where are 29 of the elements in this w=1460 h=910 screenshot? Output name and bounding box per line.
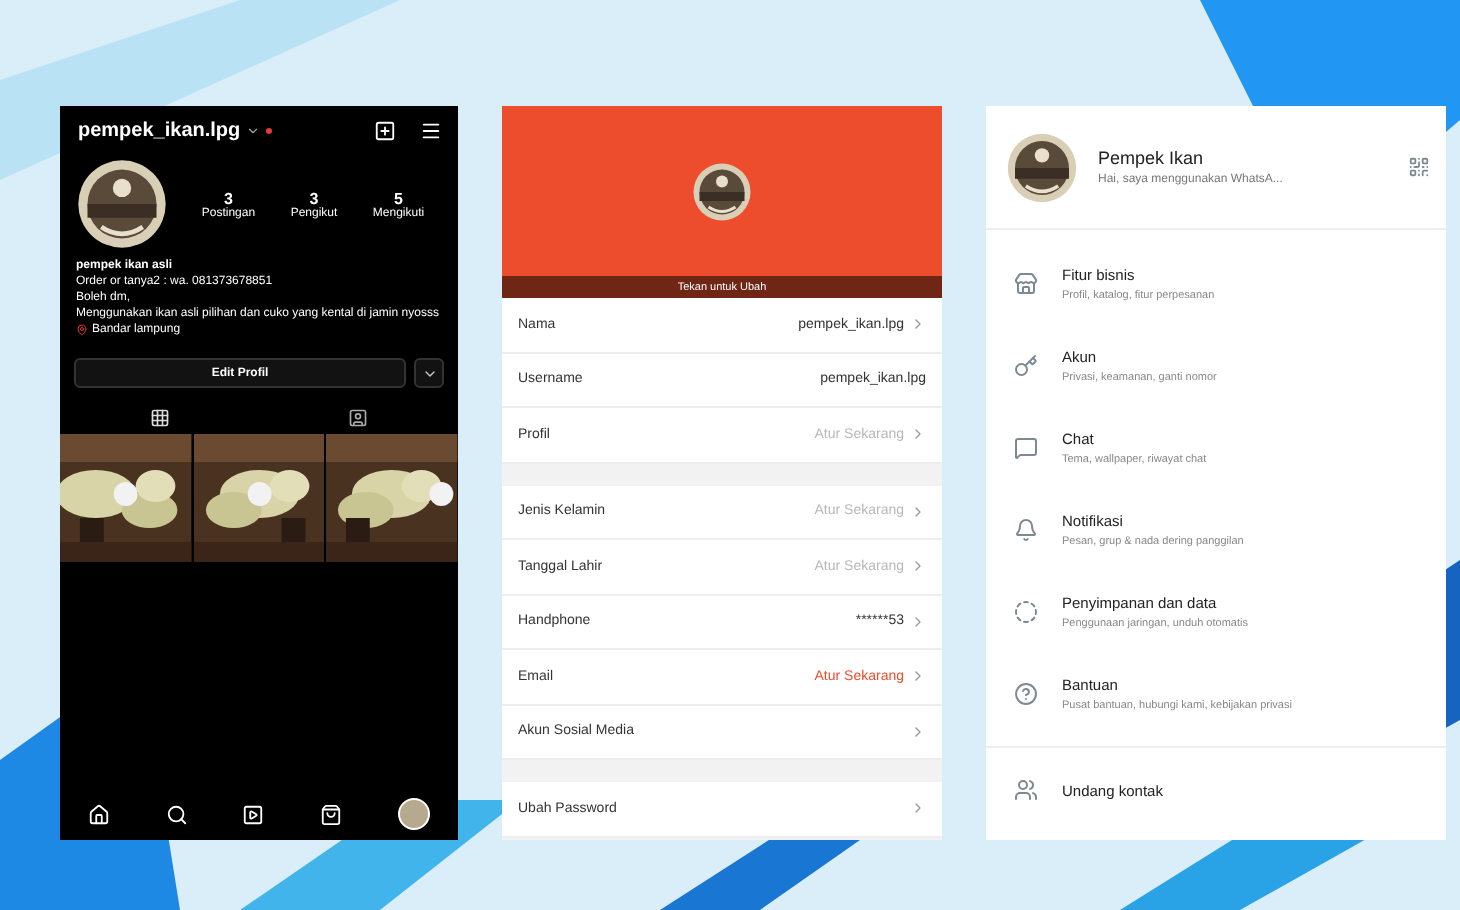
dropdown-button[interactable]	[414, 358, 444, 388]
qr-code-icon[interactable]	[1408, 156, 1430, 178]
help-icon	[1014, 681, 1038, 705]
notification-dot	[266, 127, 273, 133]
profile-name[interactable]: Pempek Ikan	[1098, 148, 1388, 168]
store-icon	[1014, 271, 1038, 295]
plus-icon[interactable]	[374, 119, 396, 141]
avatar[interactable]	[398, 798, 431, 830]
home-icon[interactable]	[87, 803, 110, 825]
bag-icon[interactable]	[320, 803, 343, 825]
circle-icon	[1014, 599, 1038, 623]
grid-icon[interactable]	[149, 408, 170, 428]
menu-icon[interactable]	[420, 119, 442, 141]
chevron-icon[interactable]	[246, 123, 261, 137]
key-icon	[1014, 353, 1038, 377]
pin-icon	[76, 324, 88, 336]
stat-count[interactable]: 3	[309, 189, 319, 207]
chat-icon	[1014, 435, 1038, 459]
username[interactable]: pempek_ikan.lpg	[78, 119, 241, 141]
search-icon[interactable]	[165, 803, 188, 825]
people-icon	[1014, 778, 1038, 802]
stat-count[interactable]: 3	[223, 189, 233, 207]
reels-icon[interactable]	[242, 803, 265, 825]
avatar	[76, 158, 168, 250]
avatar	[1006, 131, 1078, 203]
tagged-icon[interactable]	[348, 408, 369, 428]
avatar	[692, 161, 752, 221]
bell-icon	[1014, 517, 1038, 541]
stat-count[interactable]: 5	[394, 189, 403, 207]
